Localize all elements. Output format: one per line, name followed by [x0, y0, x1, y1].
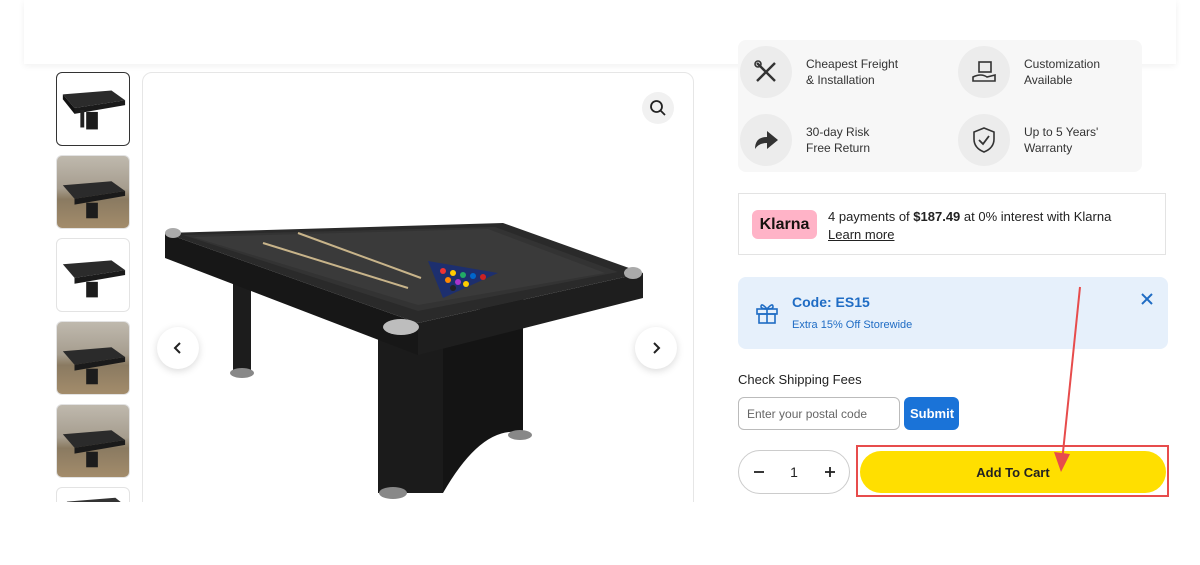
- feature-freight: Cheapest Freight & Installation: [740, 46, 916, 98]
- promo-description: Extra 15% Off Storewide: [792, 319, 913, 331]
- feature-customization-line2: Available: [1024, 73, 1073, 87]
- shield-check-icon: [958, 114, 1010, 166]
- promo-code-banner: Code: ES15 Extra 15% Off Storewide: [738, 277, 1168, 349]
- magnifier-icon: [650, 100, 666, 116]
- shipping-label: Check Shipping Fees: [738, 372, 862, 387]
- sticky-header-overlay: [24, 0, 1176, 40]
- feature-freight-line1: Cheapest Freight: [806, 57, 899, 71]
- thumbnail-5[interactable]: [56, 404, 130, 478]
- feature-customization-line1: Customization: [1024, 57, 1101, 71]
- feature-highlights: Cheapest Freight & Installation Customiza…: [738, 40, 1142, 172]
- thumbnail-6[interactable]: [56, 487, 130, 502]
- klarna-banner: Klarna 4 payments of $187.49 at 0% inter…: [738, 193, 1166, 255]
- previous-image-button[interactable]: [157, 327, 199, 369]
- thumbnail-gallery: [56, 72, 132, 502]
- klarna-suffix: at 0% interest with Klarna: [960, 209, 1112, 224]
- chevron-left-icon: [173, 342, 181, 354]
- feature-warranty-line2: Warranty: [1024, 141, 1073, 155]
- klarna-learn-more-link[interactable]: Learn more: [828, 227, 894, 242]
- klarna-message: 4 payments of $187.49 at 0% interest wit…: [828, 208, 1111, 244]
- klarna-amount: $187.49: [913, 209, 961, 224]
- gift-icon: [756, 304, 778, 324]
- next-image-button[interactable]: [635, 327, 677, 369]
- quantity-value[interactable]: 1: [779, 464, 809, 480]
- page-bottom: [0, 502, 1200, 565]
- feature-return-line2: Free Return: [806, 141, 871, 155]
- tools-icon: [740, 46, 792, 98]
- thumbnail-1[interactable]: [56, 72, 130, 146]
- feature-customization: Customization Available: [958, 46, 1134, 98]
- thumbnail-4[interactable]: [56, 321, 130, 395]
- thumbnail-2[interactable]: [56, 155, 130, 229]
- feature-return-line1: 30-day Risk: [806, 125, 870, 139]
- minus-icon: [754, 471, 764, 473]
- postal-code-input[interactable]: [738, 397, 900, 430]
- klarna-prefix: 4 payments of: [828, 209, 914, 224]
- hand-box-icon: [958, 46, 1010, 98]
- feature-warranty-line1: Up to 5 Years': [1024, 125, 1099, 139]
- klarna-logo: Klarna: [752, 210, 817, 239]
- plus-icon: [825, 467, 835, 477]
- feature-return: 30-day Risk Free Return: [740, 114, 916, 166]
- quantity-decrease-button[interactable]: [748, 461, 770, 483]
- feature-freight-line2: & Installation: [806, 73, 875, 87]
- feature-warranty: Up to 5 Years' Warranty: [958, 114, 1134, 166]
- main-product-image: [142, 72, 694, 514]
- quantity-increase-button[interactable]: [819, 461, 841, 483]
- pool-table-image: [165, 223, 643, 499]
- shipping-submit-button[interactable]: Submit: [904, 397, 959, 430]
- zoom-button[interactable]: [642, 92, 674, 124]
- highlight-box: [856, 445, 1169, 497]
- close-icon[interactable]: [1138, 290, 1156, 308]
- quantity-stepper: 1: [738, 450, 850, 494]
- return-arrow-icon: [740, 114, 792, 166]
- chevron-right-icon: [653, 342, 661, 354]
- promo-code-label: Code: ES15: [792, 294, 870, 310]
- thumbnail-3[interactable]: [56, 238, 130, 312]
